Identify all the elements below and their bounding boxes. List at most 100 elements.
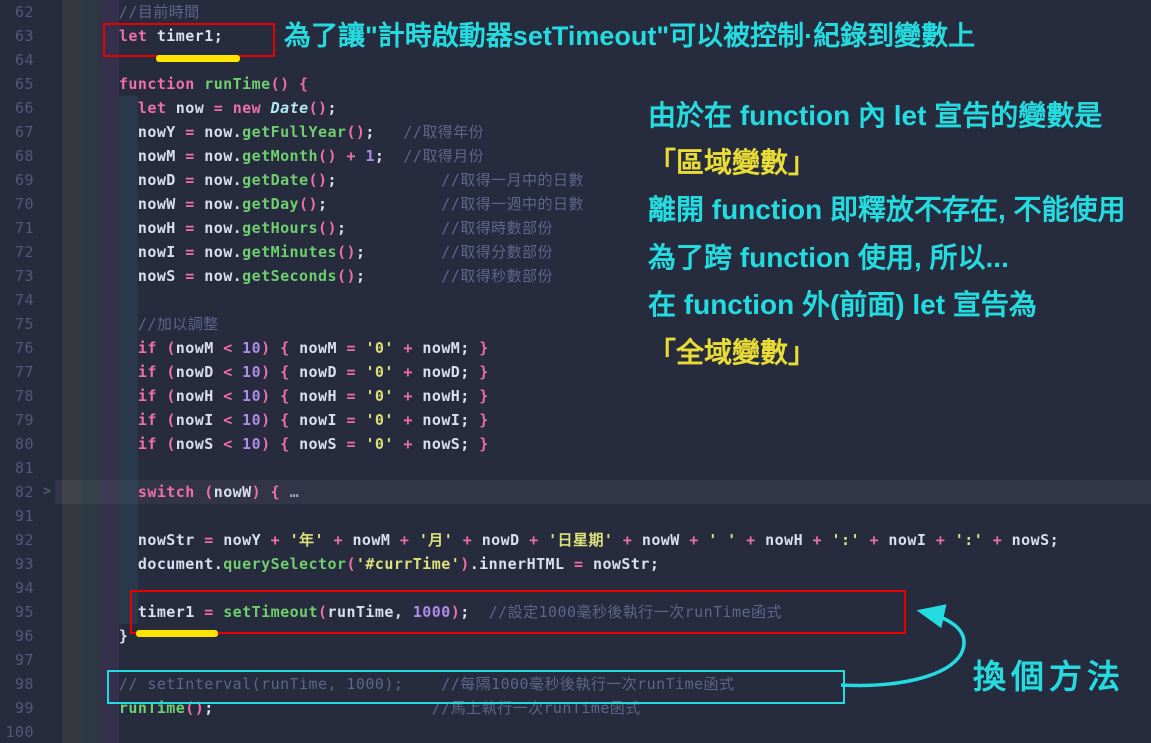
code-text: if (nowI < 10) { nowI = '0' + nowI; } (62, 408, 489, 432)
indent-guide (119, 576, 138, 600)
gutter-spacer (34, 528, 60, 552)
indent-guide (62, 504, 81, 528)
indent-guide (81, 576, 100, 600)
gutter: 78 (0, 384, 62, 408)
gutter-spacer (34, 600, 60, 624)
line-number: 70 (0, 192, 34, 216)
gutter: 93 (0, 552, 62, 576)
line-number: 98 (0, 672, 34, 696)
gutter: 67 (0, 120, 62, 144)
gutter: 99 (0, 696, 62, 720)
indent-guide (119, 456, 138, 480)
code-text: switch (nowW) { … (62, 480, 299, 504)
line-number: 77 (0, 360, 34, 384)
gutter-spacer (34, 408, 60, 432)
code-line: 100 (0, 720, 1151, 743)
code-text: //目前時間 (62, 0, 200, 24)
indent-guide (100, 456, 119, 480)
gutter: 75 (0, 312, 62, 336)
indent-guide (81, 648, 100, 672)
gutter: 68 (0, 144, 62, 168)
code-line: 66 let now = new Date(); (0, 96, 1151, 120)
gutter: 77 (0, 360, 62, 384)
indent-guide (62, 648, 81, 672)
indent-guide (62, 48, 81, 72)
code-line: 95 timer1 = setTimeout(runTime, 1000); /… (0, 600, 1151, 624)
code-line: 72 nowI = now.getMinutes(); //取得分數部份 (0, 240, 1151, 264)
code-text: nowM = now.getMonth() + 1; //取得月份 (62, 144, 484, 168)
indent-guide (81, 48, 100, 72)
code-line: 94 (0, 576, 1151, 600)
code-line: 71 nowH = now.getHours(); //取得時數部份 (0, 216, 1151, 240)
indent-guide (100, 48, 119, 72)
gutter-spacer (34, 0, 60, 24)
gutter-spacer (34, 192, 60, 216)
code-text: if (nowS < 10) { nowS = '0' + nowS; } (62, 432, 489, 456)
indent-guide (62, 720, 81, 743)
code-line: 65 function runTime() { (0, 72, 1151, 96)
code-line: 93 document.querySelector('#currTime').i… (0, 552, 1151, 576)
line-number: 72 (0, 240, 34, 264)
gutter: 96 (0, 624, 62, 648)
gutter-spacer (34, 504, 60, 528)
code-line: 63 let timer1; (0, 24, 1151, 48)
line-number: 81 (0, 456, 34, 480)
line-number: 100 (0, 720, 34, 743)
gutter: 82> (0, 480, 62, 504)
code-line: 62 //目前時間 (0, 0, 1151, 24)
line-number: 97 (0, 648, 34, 672)
indent-guide (81, 720, 100, 743)
line-number: 64 (0, 48, 34, 72)
line-number: 91 (0, 504, 34, 528)
gutter-spacer (34, 672, 60, 696)
code-line: 92 nowStr = nowY + '年' + nowM + '月' + no… (0, 528, 1151, 552)
code-line: 97 (0, 648, 1151, 672)
code-text: let timer1; (62, 24, 223, 48)
gutter: 95 (0, 600, 62, 624)
line-number: 82 (0, 480, 34, 504)
gutter: 94 (0, 576, 62, 600)
gutter-spacer (34, 552, 60, 576)
code-line: 78 if (nowH < 10) { nowH = '0' + nowH; } (0, 384, 1151, 408)
code-text: } (62, 624, 128, 648)
code-line: 73 nowS = now.getSeconds(); //取得秒數部份 (0, 264, 1151, 288)
code-line: 68 nowM = now.getMonth() + 1; //取得月份 (0, 144, 1151, 168)
gutter-spacer (34, 264, 60, 288)
gutter: 66 (0, 96, 62, 120)
code-line: 69 nowD = now.getDate(); //取得一月中的日數 (0, 168, 1151, 192)
gutter-spacer (34, 624, 60, 648)
line-number: 69 (0, 168, 34, 192)
code-text: nowY = now.getFullYear(); //取得年份 (62, 120, 484, 144)
gutter: 63 (0, 24, 62, 48)
gutter-spacer (34, 576, 60, 600)
gutter: 100 (0, 720, 62, 743)
fold-chevron-icon[interactable]: > (34, 480, 60, 504)
gutter: 69 (0, 168, 62, 192)
gutter-spacer (34, 384, 60, 408)
indent-guide (100, 720, 119, 743)
line-number: 94 (0, 576, 34, 600)
gutter: 72 (0, 240, 62, 264)
indent-guide (100, 504, 119, 528)
gutter: 80 (0, 432, 62, 456)
gutter-spacer (34, 360, 60, 384)
code-line: 98 // setInterval(runTime, 1000); //每隔10… (0, 672, 1151, 696)
code-line: 67 nowY = now.getFullYear(); //取得年份 (0, 120, 1151, 144)
indent-guide (81, 456, 100, 480)
line-number: 99 (0, 696, 34, 720)
line-number: 92 (0, 528, 34, 552)
indent-guide (62, 576, 81, 600)
code-text: //加以調整 (62, 312, 219, 336)
indent-guide (119, 504, 138, 528)
gutter: 71 (0, 216, 62, 240)
line-number: 80 (0, 432, 34, 456)
gutter: 97 (0, 648, 62, 672)
code-text: nowD = now.getDate(); //取得一月中的日數 (62, 168, 584, 192)
code-area: 62 //目前時間63 let timer1;6465 function run… (0, 0, 1151, 743)
code-line: 76 if (nowM < 10) { nowM = '0' + nowM; } (0, 336, 1151, 360)
code-line: 74 (0, 288, 1151, 312)
code-line: 96 } (0, 624, 1151, 648)
indent-guide (100, 288, 119, 312)
code-line: 81 (0, 456, 1151, 480)
gutter-spacer (34, 456, 60, 480)
